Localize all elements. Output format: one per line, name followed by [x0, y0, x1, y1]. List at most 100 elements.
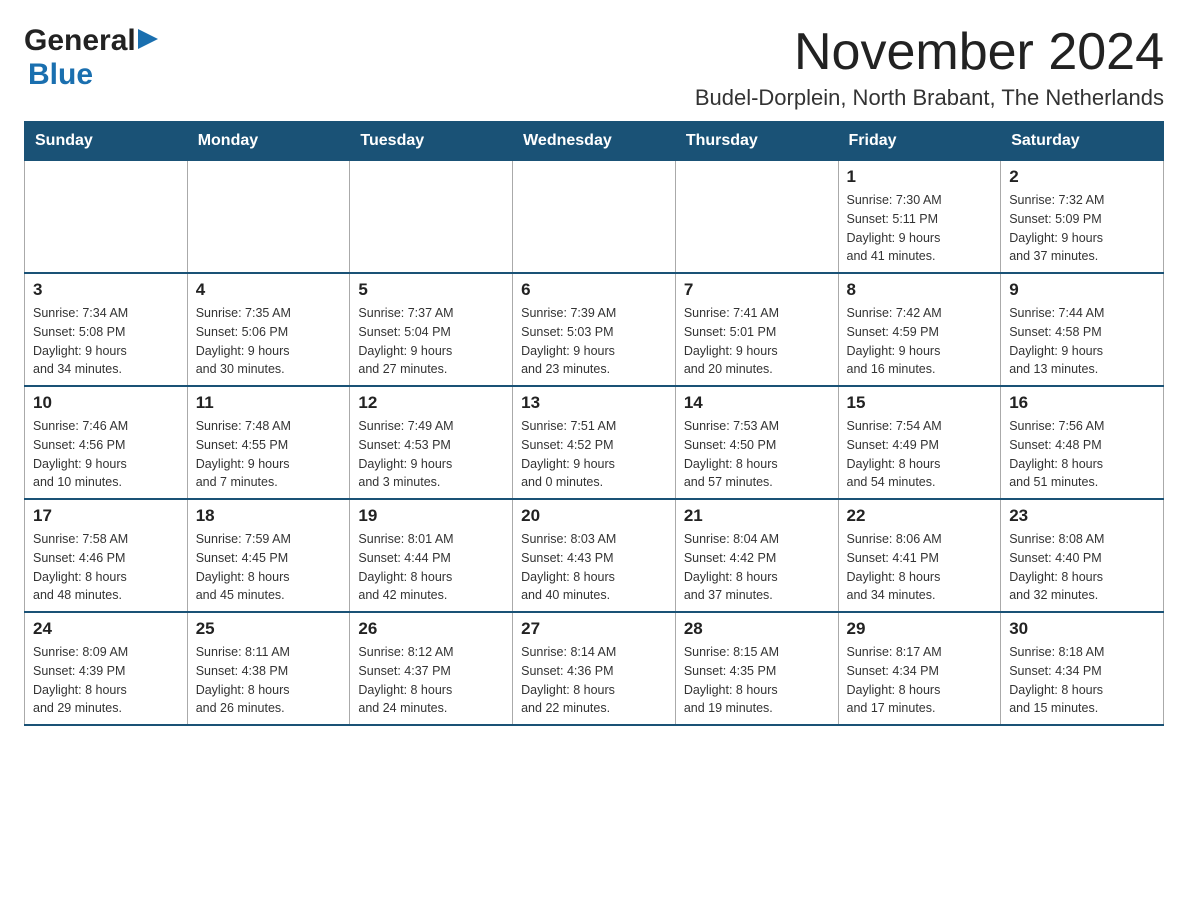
- day-info: Sunrise: 7:54 AM Sunset: 4:49 PM Dayligh…: [847, 417, 993, 492]
- week-row-5: 24Sunrise: 8:09 AM Sunset: 4:39 PM Dayli…: [25, 612, 1164, 725]
- calendar-cell: 29Sunrise: 8:17 AM Sunset: 4:34 PM Dayli…: [838, 612, 1001, 725]
- day-info: Sunrise: 8:15 AM Sunset: 4:35 PM Dayligh…: [684, 643, 830, 718]
- subtitle: Budel-Dorplein, North Brabant, The Nethe…: [695, 85, 1164, 111]
- day-number: 21: [684, 506, 830, 526]
- day-number: 16: [1009, 393, 1155, 413]
- page-header: General Blue November 2024 Budel-Dorplei…: [24, 24, 1164, 111]
- calendar-cell: 7 Sunrise: 7:41 AM Sunset: 5:01 PM Daylig…: [675, 273, 838, 386]
- day-number: 15: [847, 393, 993, 413]
- calendar-cell: 11Sunrise: 7:48 AM Sunset: 4:55 PM Dayli…: [187, 386, 350, 499]
- calendar-cell: 18Sunrise: 7:59 AM Sunset: 4:45 PM Dayli…: [187, 499, 350, 612]
- calendar-cell: 4 Sunrise: 7:35 AM Sunset: 5:06 PM Daylig…: [187, 273, 350, 386]
- day-info: Sunrise: 8:08 AM Sunset: 4:40 PM Dayligh…: [1009, 530, 1155, 605]
- day-number: 9: [1009, 280, 1155, 300]
- calendar-cell: [25, 161, 188, 274]
- day-info: Sunrise: 7:32 AM Sunset: 5:09 PM Dayligh…: [1009, 191, 1155, 266]
- day-number: 22: [847, 506, 993, 526]
- day-number: 25: [196, 619, 342, 639]
- day-number: 8: [847, 280, 993, 300]
- calendar-cell: 22 Sunrise: 8:06 AM Sunset: 4:41 PM Dayli…: [838, 499, 1001, 612]
- weekday-header-wednesday: Wednesday: [513, 122, 676, 161]
- weekday-header-monday: Monday: [187, 122, 350, 161]
- day-number: 28: [684, 619, 830, 639]
- logo-blue: Blue: [28, 58, 93, 91]
- calendar-cell: [513, 161, 676, 274]
- day-info: Sunrise: 7:58 AM Sunset: 4:46 PM Dayligh…: [33, 530, 179, 605]
- calendar-cell: 14Sunrise: 7:53 AM Sunset: 4:50 PM Dayli…: [675, 386, 838, 499]
- calendar-table: SundayMondayTuesdayWednesdayThursdayFrid…: [24, 121, 1164, 726]
- calendar-cell: 24Sunrise: 8:09 AM Sunset: 4:39 PM Dayli…: [25, 612, 188, 725]
- day-info: Sunrise: 7:49 AM Sunset: 4:53 PM Dayligh…: [358, 417, 504, 492]
- weekday-header-row: SundayMondayTuesdayWednesdayThursdayFrid…: [25, 122, 1164, 161]
- calendar-cell: 28 Sunrise: 8:15 AM Sunset: 4:35 PM Dayli…: [675, 612, 838, 725]
- weekday-header-saturday: Saturday: [1001, 122, 1164, 161]
- day-number: 7: [684, 280, 830, 300]
- day-number: 30: [1009, 619, 1155, 639]
- day-info: Sunrise: 7:44 AM Sunset: 4:58 PM Dayligh…: [1009, 304, 1155, 379]
- day-number: 23: [1009, 506, 1155, 526]
- calendar-cell: 1 Sunrise: 7:30 AM Sunset: 5:11 PM Daylig…: [838, 161, 1001, 274]
- day-info: Sunrise: 7:35 AM Sunset: 5:06 PM Dayligh…: [196, 304, 342, 379]
- weekday-header-friday: Friday: [838, 122, 1001, 161]
- day-info: Sunrise: 7:37 AM Sunset: 5:04 PM Dayligh…: [358, 304, 504, 379]
- day-info: Sunrise: 7:30 AM Sunset: 5:11 PM Dayligh…: [847, 191, 993, 266]
- day-number: 1: [847, 167, 993, 187]
- calendar-cell: 5 Sunrise: 7:37 AM Sunset: 5:04 PM Daylig…: [350, 273, 513, 386]
- calendar-cell: 15 Sunrise: 7:54 AM Sunset: 4:49 PM Dayli…: [838, 386, 1001, 499]
- day-number: 14: [684, 393, 830, 413]
- day-info: Sunrise: 8:17 AM Sunset: 4:34 PM Dayligh…: [847, 643, 993, 718]
- weekday-header-thursday: Thursday: [675, 122, 838, 161]
- day-info: Sunrise: 7:41 AM Sunset: 5:01 PM Dayligh…: [684, 304, 830, 379]
- week-row-2: 3Sunrise: 7:34 AM Sunset: 5:08 PM Daylig…: [25, 273, 1164, 386]
- logo-arrow-icon: [138, 29, 158, 54]
- day-number: 5: [358, 280, 504, 300]
- day-info: Sunrise: 7:51 AM Sunset: 4:52 PM Dayligh…: [521, 417, 667, 492]
- calendar-cell: 13 Sunrise: 7:51 AM Sunset: 4:52 PM Dayli…: [513, 386, 676, 499]
- calendar-cell: [675, 161, 838, 274]
- day-info: Sunrise: 7:48 AM Sunset: 4:55 PM Dayligh…: [196, 417, 342, 492]
- calendar-cell: 30 Sunrise: 8:18 AM Sunset: 4:34 PM Dayli…: [1001, 612, 1164, 725]
- day-number: 12: [358, 393, 504, 413]
- week-row-1: 1 Sunrise: 7:30 AM Sunset: 5:11 PM Daylig…: [25, 161, 1164, 274]
- day-number: 6: [521, 280, 667, 300]
- calendar-cell: 17Sunrise: 7:58 AM Sunset: 4:46 PM Dayli…: [25, 499, 188, 612]
- day-number: 2: [1009, 167, 1155, 187]
- day-info: Sunrise: 8:01 AM Sunset: 4:44 PM Dayligh…: [358, 530, 504, 605]
- day-number: 26: [358, 619, 504, 639]
- day-number: 27: [521, 619, 667, 639]
- calendar-cell: 9 Sunrise: 7:44 AM Sunset: 4:58 PM Daylig…: [1001, 273, 1164, 386]
- day-info: Sunrise: 8:06 AM Sunset: 4:41 PM Dayligh…: [847, 530, 993, 605]
- day-number: 18: [196, 506, 342, 526]
- week-row-3: 10Sunrise: 7:46 AM Sunset: 4:56 PM Dayli…: [25, 386, 1164, 499]
- logo-general: General: [24, 24, 136, 58]
- calendar-cell: 16 Sunrise: 7:56 AM Sunset: 4:48 PM Dayli…: [1001, 386, 1164, 499]
- day-info: Sunrise: 8:04 AM Sunset: 4:42 PM Dayligh…: [684, 530, 830, 605]
- day-info: Sunrise: 8:18 AM Sunset: 4:34 PM Dayligh…: [1009, 643, 1155, 718]
- day-info: Sunrise: 8:14 AM Sunset: 4:36 PM Dayligh…: [521, 643, 667, 718]
- calendar-cell: 27 Sunrise: 8:14 AM Sunset: 4:36 PM Dayli…: [513, 612, 676, 725]
- weekday-header-sunday: Sunday: [25, 122, 188, 161]
- main-title: November 2024: [695, 24, 1164, 81]
- day-number: 13: [521, 393, 667, 413]
- calendar-cell: 10Sunrise: 7:46 AM Sunset: 4:56 PM Dayli…: [25, 386, 188, 499]
- calendar-cell: 20 Sunrise: 8:03 AM Sunset: 4:43 PM Dayli…: [513, 499, 676, 612]
- day-number: 24: [33, 619, 179, 639]
- title-block: November 2024 Budel-Dorplein, North Brab…: [695, 24, 1164, 111]
- day-info: Sunrise: 8:03 AM Sunset: 4:43 PM Dayligh…: [521, 530, 667, 605]
- calendar-cell: [187, 161, 350, 274]
- day-number: 19: [358, 506, 504, 526]
- calendar-cell: 25Sunrise: 8:11 AM Sunset: 4:38 PM Dayli…: [187, 612, 350, 725]
- calendar-cell: 2 Sunrise: 7:32 AM Sunset: 5:09 PM Daylig…: [1001, 161, 1164, 274]
- day-number: 4: [196, 280, 342, 300]
- day-number: 20: [521, 506, 667, 526]
- calendar-cell: 8 Sunrise: 7:42 AM Sunset: 4:59 PM Daylig…: [838, 273, 1001, 386]
- calendar-cell: 26 Sunrise: 8:12 AM Sunset: 4:37 PM Dayli…: [350, 612, 513, 725]
- calendar-cell: 21 Sunrise: 8:04 AM Sunset: 4:42 PM Dayli…: [675, 499, 838, 612]
- day-info: Sunrise: 8:12 AM Sunset: 4:37 PM Dayligh…: [358, 643, 504, 718]
- day-info: Sunrise: 7:46 AM Sunset: 4:56 PM Dayligh…: [33, 417, 179, 492]
- day-info: Sunrise: 7:34 AM Sunset: 5:08 PM Dayligh…: [33, 304, 179, 379]
- calendar-cell: 19 Sunrise: 8:01 AM Sunset: 4:44 PM Dayli…: [350, 499, 513, 612]
- calendar-cell: [350, 161, 513, 274]
- day-info: Sunrise: 7:56 AM Sunset: 4:48 PM Dayligh…: [1009, 417, 1155, 492]
- day-info: Sunrise: 7:42 AM Sunset: 4:59 PM Dayligh…: [847, 304, 993, 379]
